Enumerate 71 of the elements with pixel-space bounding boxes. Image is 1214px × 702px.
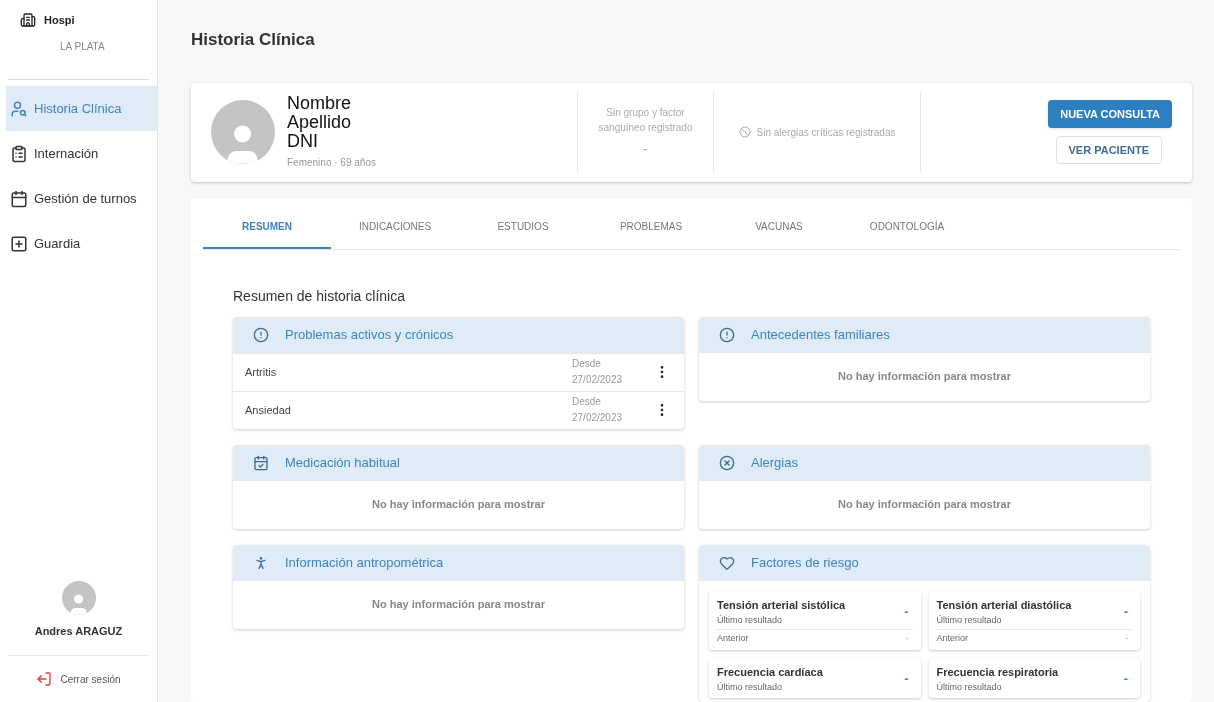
previous-value: - [905,632,910,645]
since-date: 27/02/2023 [572,411,624,425]
ban-icon [738,126,751,139]
empty-message: No hay información para mostrar [372,597,545,613]
risk-factor-value: - [1123,603,1129,621]
risk-factor-value: - [904,603,910,621]
logout-button[interactable]: Cerrar sesión [0,656,157,702]
summary-title: Resumen de historia clínica [233,286,406,306]
new-consultation-button[interactable]: NUEVA CONSULTA [1048,100,1172,129]
risk-factor-value: - [1123,670,1129,688]
section-title: Alergias [751,453,798,472]
since-label: Desde [572,395,602,409]
clipboard-icon [10,144,28,163]
nav-item[interactable]: Historia Clínica [6,86,157,131]
empty-message: No hay información para mostrar [838,497,1011,513]
user-name: Andres ARAGUZ [34,623,123,639]
last-result-label: Último resultado [717,681,784,694]
tab[interactable]: RESUMEN [203,206,331,249]
page-title: Historia Clínica [191,29,316,51]
tab[interactable]: VACUNAS [715,206,843,249]
last-result-label: Último resultado [936,614,1003,627]
patient-name-line: Apellido [287,113,353,133]
nav-item[interactable]: Guardia [6,221,157,266]
tab[interactable]: PROBLEMAS [587,206,715,249]
section-title: Factores de riesgo [751,553,859,572]
last-result-label: Último resultado [936,681,1003,694]
calendar-check-icon [253,454,269,471]
tab[interactable]: INDICACIONES [331,206,459,249]
section-title: Medicación habitual [285,453,400,472]
tab[interactable]: ESTUDIOS [459,206,587,249]
last-result-label: Último resultado [717,614,784,627]
problem-name: Artritis [245,364,278,380]
empty-message: No hay información para mostrar [838,369,1011,385]
since-label: Desde [572,357,602,371]
user-search-icon [10,99,28,118]
since-date: 27/02/2023 [572,373,624,387]
view-patient-button[interactable]: VER PACIENTE [1055,136,1162,165]
alert-circle-icon [719,326,735,343]
problem-name: Ansiedad [245,402,292,418]
patient-details: Femenino · 69 años [287,156,377,171]
risk-factor-value: - [904,670,910,688]
patient-name-line: DNI [287,132,318,152]
risk-factor-name: Frecuencia cardíaca [717,664,824,680]
previous-label: Anterior [936,632,969,645]
plus-square-icon [10,234,28,253]
logout-icon [36,671,53,687]
person-icon [253,554,269,571]
allergies-text: Sin alergias críticas registradas [756,125,896,140]
x-circle-icon [719,454,735,471]
section-title: Antecedentes familiares [751,325,890,344]
brand-name: Hospi [44,13,75,28]
nav-item[interactable]: Internación [6,131,157,176]
nav-item[interactable]: Gestión de turnos [6,176,157,221]
risk-factor-name: Tensión arterial sistólica [717,597,847,613]
section-title: Problemas activos y crónicos [285,325,454,344]
building-icon [20,12,36,29]
heart-icon [719,554,735,571]
blood-group-text: Sin grupo y factor sanguíneo registrado [597,106,694,136]
location-label: LA PLATA [60,40,105,52]
previous-value: - [1125,632,1129,645]
calendar-icon [10,189,28,208]
risk-factor-name: Frecuencia respiratoria [936,664,1060,680]
risk-factor-name: Tensión arterial diastólica [936,597,1073,613]
user-avatar [61,580,96,615]
blood-group-value: - [643,140,648,159]
tab[interactable]: ODONTOLOGÍA [843,206,971,249]
previous-label: Anterior [717,632,750,645]
alert-circle-icon [253,326,269,343]
empty-message: No hay información para mostrar [372,497,545,513]
section-title: Información antropométrica [285,553,444,572]
patient-name-line: Nombre [287,94,353,114]
